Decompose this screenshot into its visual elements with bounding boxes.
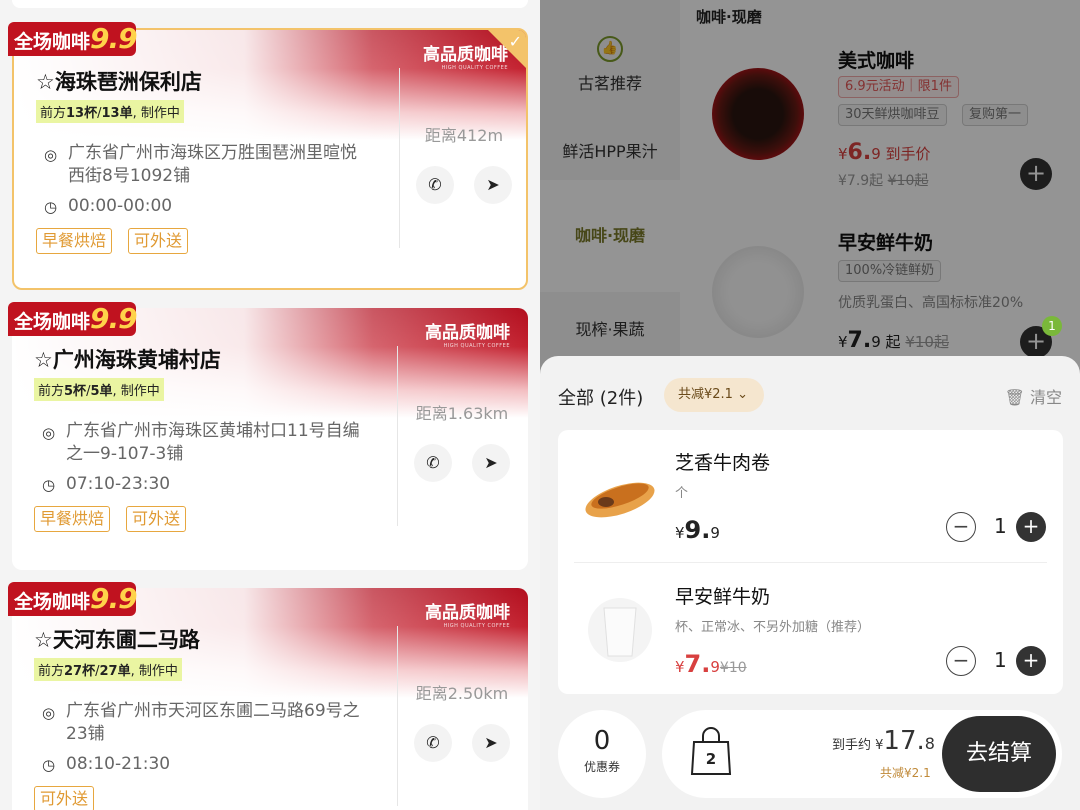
- store-card[interactable]: 高品质咖啡 HIGH QUALITY COFFEE ☆广州海珠黄埔村店 前方5杯/…: [12, 308, 528, 570]
- coupon-button[interactable]: 0 优惠券: [558, 710, 646, 798]
- promo-badge: 全场咖啡9.9: [8, 22, 138, 56]
- selected-check-icon: ✓: [488, 30, 526, 68]
- store-address: ◎ 广东省广州市海珠区黄埔村口11号自编之一9-107-3铺: [42, 421, 360, 464]
- clear-cart-button[interactable]: 🗑 清空: [1005, 384, 1062, 408]
- tag-delivery: 可外送: [34, 786, 95, 810]
- location-pin-icon: ◎: [42, 424, 56, 442]
- beef-roll-image: [585, 482, 655, 518]
- location-pin-icon: ◎: [42, 704, 56, 722]
- store-address: ◎ 广东省广州市海珠区万胜围琶洲里暄悦西街8号1092铺: [44, 143, 357, 186]
- queue-status: 前方5杯/5单, 制作中: [34, 378, 164, 401]
- menu-area: 👍 古茗推荐 鲜活HPP果汁 咖啡·现磨 现榨·果蔬 咖啡·现磨 美式咖啡 6.9…: [540, 0, 1080, 380]
- store-distance: 距离1.63km: [415, 404, 509, 423]
- phone-button[interactable]: ✆: [414, 444, 452, 482]
- item-quantity: 1: [994, 514, 1007, 538]
- tag-delivery: 可外送: [128, 228, 189, 254]
- item-spec: 个: [675, 486, 689, 501]
- divider: [397, 346, 398, 526]
- decrease-button[interactable]: −: [946, 512, 976, 542]
- location-pin-icon: ◎: [44, 146, 58, 164]
- cart-bag-button[interactable]: 2: [690, 726, 732, 776]
- coupon-count: 0: [593, 726, 611, 756]
- clock-icon: ◷: [42, 756, 56, 774]
- divider: [574, 562, 1047, 563]
- navigate-button[interactable]: ➤: [472, 444, 510, 482]
- send-arrow-icon: ➤: [486, 175, 500, 194]
- store-name: ☆天河东圃二马路: [34, 628, 200, 652]
- decrease-button[interactable]: −: [946, 646, 976, 676]
- clock-icon: ◷: [44, 198, 58, 216]
- phone-icon: ✆: [426, 733, 440, 752]
- phone-icon: ✆: [428, 175, 442, 194]
- store-address: ◎ 广东省广州市天河区东圃二马路69号之23铺: [42, 701, 360, 744]
- queue-status: 前方27杯/27单, 制作中: [34, 658, 182, 681]
- quality-label: 高品质咖啡 HIGH QUALITY COFFEE: [425, 323, 510, 349]
- item-spec: 杯、正常冰、不另外加糖（推荐）: [675, 620, 871, 635]
- store-distance: 距离2.50km: [415, 684, 509, 703]
- saving-dropdown[interactable]: 共减¥2.1 ⌄: [664, 378, 764, 412]
- store-card[interactable]: 高品质咖啡 HIGH QUALITY COFFEE ✓ ☆海珠琶洲保利店 前方13…: [12, 28, 528, 290]
- order-panel: 👍 古茗推荐 鲜活HPP果汁 咖啡·现磨 现榨·果蔬 咖啡·现磨 美式咖啡 6.9…: [540, 0, 1080, 810]
- phone-icon: ✆: [426, 453, 440, 472]
- clock-icon: ◷: [42, 476, 56, 494]
- store-list: 全场咖啡9.9 高品质咖啡 HIGH QUALITY COFFEE ✓ ☆海珠琶洲…: [0, 0, 540, 810]
- store-hours: ◷ 08:10-21:30: [42, 754, 171, 774]
- chevron-down-icon: ⌄: [737, 387, 748, 402]
- item-name: 早安鲜牛奶: [675, 586, 771, 608]
- tag-delivery: 可外送: [126, 506, 187, 532]
- item-quantity: 1: [994, 648, 1007, 672]
- phone-button[interactable]: ✆: [414, 724, 452, 762]
- bag-count: 2: [705, 750, 717, 768]
- checkout-button[interactable]: 去结算: [942, 716, 1056, 792]
- quality-label: 高品质咖啡 HIGH QUALITY COFFEE: [425, 603, 510, 629]
- tag-breakfast: 早餐烘焙: [34, 506, 111, 532]
- cart-items: 芝香牛肉卷 个 ¥9.9 − 1 + 早安鲜牛奶 杯、正常冰、不另外加糖（推荐）…: [558, 430, 1063, 694]
- store-hours: ◷ 07:10-23:30: [42, 474, 171, 494]
- phone-button[interactable]: ✆: [416, 166, 454, 204]
- divider: [397, 626, 398, 806]
- cart-item: 早安鲜牛奶 杯、正常冰、不另外加糖（推荐） ¥7.9¥10 − 1 +: [558, 564, 1063, 694]
- store-distance: 距离412m: [424, 126, 504, 145]
- tag-breakfast: 早餐烘焙: [36, 228, 113, 254]
- store-name: ☆广州海珠黄埔村店: [34, 348, 221, 372]
- cart-count-badge: 1: [1042, 316, 1062, 336]
- trash-icon: 🗑: [1004, 388, 1025, 407]
- navigate-button[interactable]: ➤: [474, 166, 512, 204]
- coupon-label: 优惠券: [583, 760, 620, 774]
- prev-card-edge: [12, 0, 528, 8]
- item-price: ¥7.9¥10: [675, 650, 747, 678]
- total-saving: 共减¥2.1: [880, 766, 931, 780]
- promo-badge: 全场咖啡9.9: [8, 582, 138, 616]
- queue-status: 前方13杯/13单, 制作中: [36, 100, 184, 123]
- dim-overlay[interactable]: [540, 0, 1080, 380]
- send-arrow-icon: ➤: [484, 453, 498, 472]
- store-hours: ◷ 00:00-00:00: [44, 196, 173, 216]
- checkout-bar: 2 到手约 ¥17.8 共减¥2.1 去结算: [662, 710, 1062, 798]
- promo-badge: 全场咖啡9.9: [8, 302, 138, 336]
- cart-item: 芝香牛肉卷 个 ¥9.9 − 1 +: [558, 430, 1063, 563]
- divider: [399, 68, 400, 248]
- store-card[interactable]: 高品质咖啡 HIGH QUALITY COFFEE ☆天河东圃二马路 前方27杯/…: [12, 588, 528, 810]
- milk-cup-image: [588, 598, 652, 662]
- navigate-button[interactable]: ➤: [472, 724, 510, 762]
- total-price: 到手约 ¥17.8: [832, 726, 935, 756]
- cart-title: 全部 (2件): [558, 388, 644, 409]
- item-price: ¥9.9: [675, 516, 720, 544]
- increase-button[interactable]: +: [1016, 646, 1046, 676]
- store-name: ☆海珠琶洲保利店: [36, 70, 202, 94]
- increase-button[interactable]: +: [1016, 512, 1046, 542]
- item-name: 芝香牛肉卷: [675, 452, 771, 474]
- send-arrow-icon: ➤: [484, 733, 498, 752]
